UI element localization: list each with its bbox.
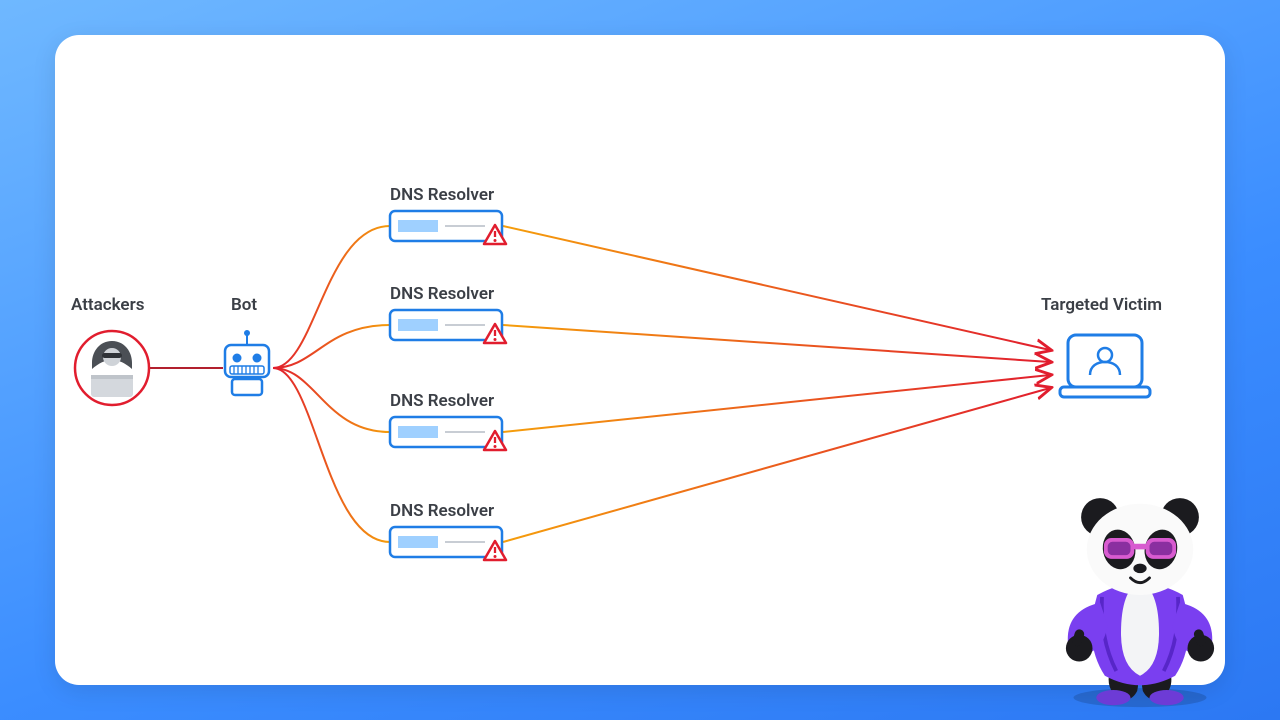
resolver-3 bbox=[390, 417, 506, 450]
page-background: Attackers Bot DNS Resolver DNS Resolver … bbox=[0, 0, 1280, 720]
edge-bot-r1 bbox=[273, 226, 390, 368]
resolver-1 bbox=[390, 211, 506, 244]
resolver-3-label: DNS Resolver bbox=[390, 391, 494, 411]
edge-bot-r2 bbox=[273, 325, 390, 368]
resolver-2-label: DNS Resolver bbox=[390, 284, 494, 304]
edge-bot-r4 bbox=[273, 368, 390, 542]
attacker-node bbox=[75, 331, 149, 405]
attackers-label: Attackers bbox=[71, 295, 144, 315]
diagram-card: Attackers Bot DNS Resolver DNS Resolver … bbox=[55, 35, 1225, 685]
bot-node bbox=[225, 330, 269, 395]
resolver-1-label: DNS Resolver bbox=[390, 185, 494, 205]
edge-r3-victim bbox=[503, 375, 1050, 432]
bot-label: Bot bbox=[231, 295, 257, 315]
resolver-2 bbox=[390, 310, 506, 343]
victim-label: Targeted Victim bbox=[1041, 295, 1162, 315]
resolver-4-label: DNS Resolver bbox=[390, 501, 494, 521]
edge-r4-victim bbox=[503, 388, 1050, 542]
edge-bot-r3 bbox=[273, 368, 390, 432]
mascot-panda-icon bbox=[1045, 480, 1235, 710]
resolver-4 bbox=[390, 527, 506, 560]
victim-node bbox=[1060, 335, 1150, 397]
